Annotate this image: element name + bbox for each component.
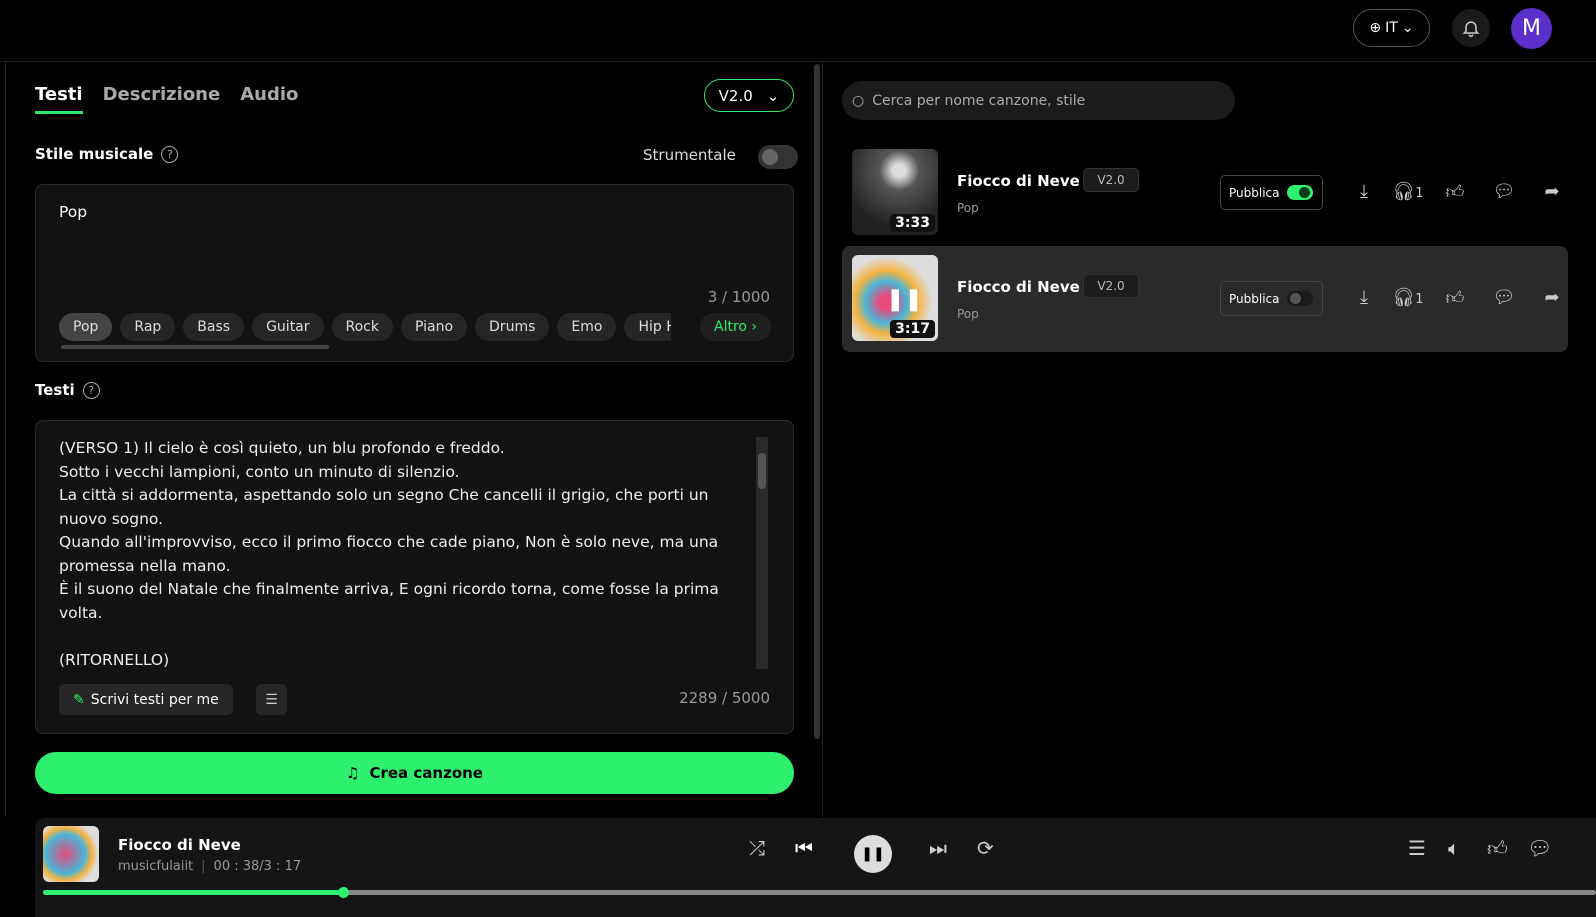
instrumental-label: Strumentale (643, 146, 736, 164)
player-time: 00 : 38/3 : 17 (213, 859, 302, 874)
version-badge: V2.0 (1083, 274, 1139, 298)
chip-drums[interactable]: Drums (475, 313, 550, 341)
help-icon[interactable]: ? (82, 381, 100, 399)
magic-pen-icon: ✎ (73, 691, 85, 708)
thumbs-up-icon[interactable]: 👍︎ (1487, 836, 1508, 861)
tab-descrizione[interactable]: Descrizione (103, 84, 221, 114)
version-select[interactable]: V2.0 ⌄ (704, 79, 794, 112)
song-row[interactable]: 3:33 Fiocco di Neve V2.0 Pop Pubblica ⤓ … (842, 140, 1568, 246)
previous-icon[interactable]: ⏮︎ (795, 836, 813, 860)
thumbs-up-icon[interactable]: 👍︎ (1430, 181, 1480, 203)
chevron-down-icon: ⌄ (1401, 20, 1414, 36)
volume-icon[interactable]: 🔈︎ (1448, 836, 1460, 860)
repeat-icon[interactable]: ⟳ (977, 836, 994, 860)
editor-panel: Testi Descrizione Audio V2.0 ⌄ Stile musi… (5, 62, 823, 817)
comment-icon[interactable]: 💬︎ (1480, 287, 1528, 309)
style-count: 3 / 1000 (707, 288, 770, 306)
chevron-down-icon: ⌄ (766, 86, 780, 105)
share-icon[interactable]: ➦ (1528, 287, 1576, 309)
song-cover[interactable]: 3:33 (852, 149, 938, 235)
style-chips: Pop Rap Bass Guitar Rock Piano Drums Emo… (59, 313, 671, 341)
download-icon[interactable]: ⤓ (1342, 287, 1386, 309)
globe-icon: ⊕ (1369, 20, 1382, 36)
list-music-icon: ☰ (265, 691, 278, 708)
song-search[interactable]: ○ Cerca per nome canzone, stile (842, 81, 1235, 120)
public-toggle[interactable]: Pubblica (1220, 175, 1323, 210)
lyrics-textarea[interactable]: (VERSO 1) Il cielo è così quieto, un blu… (59, 437, 739, 672)
audio-player: Fiocco di Neve musicfulaiit | 00 : 38/3 : … (35, 818, 1596, 917)
pause-icon: ❚❚ (861, 846, 885, 862)
editor-tabs: Testi Descrizione Audio (35, 84, 298, 114)
public-toggle[interactable]: Pubblica (1220, 281, 1323, 316)
comment-icon[interactable]: 💬︎ (1480, 181, 1528, 203)
song-row[interactable]: ❚❚ 3:17 Fiocco di Neve V2.0 Pop Pubblica … (842, 246, 1568, 352)
style-label: Stile musicale? (35, 145, 179, 163)
chip-hiphop[interactable]: Hip Hop (624, 313, 671, 341)
avatar[interactable]: M (1511, 8, 1552, 49)
lyrics-count: 2289 / 5000 (679, 689, 770, 707)
chip-pop[interactable]: Pop (59, 313, 113, 341)
pause-button[interactable]: ❚❚ (854, 835, 892, 873)
more-styles-button[interactable]: Altro › (700, 313, 772, 341)
search-icon: ○ (852, 92, 865, 109)
help-icon[interactable]: ? (161, 145, 179, 163)
instrumental-toggle[interactable] (758, 145, 798, 169)
shuffle-icon[interactable]: ⤮ (749, 836, 765, 860)
download-icon[interactable]: ⤓ (1342, 181, 1386, 203)
chip-bass[interactable]: Bass (183, 313, 245, 341)
chip-guitar[interactable]: Guitar (252, 313, 324, 341)
song-style: Pop (957, 201, 979, 215)
progress-bar[interactable] (43, 887, 1596, 898)
comment-icon[interactable]: 💬︎ (1527, 836, 1552, 860)
language-selector[interactable]: ⊕ IT ⌄ (1353, 9, 1430, 47)
player-artist[interactable]: musicfulaiit (118, 859, 193, 874)
headphones-icon: 🎧︎1 (1392, 287, 1424, 308)
chip-rap[interactable]: Rap (120, 313, 176, 341)
progress-handle[interactable] (337, 887, 349, 898)
panel-scrollbar[interactable] (814, 64, 820, 739)
version-badge: V2.0 (1083, 168, 1139, 192)
chips-scrollbar[interactable] (61, 345, 329, 349)
style-box: Pop 3 / 1000 Pop Rap Bass Guitar Rock Pi… (35, 184, 794, 362)
write-for-me-button[interactable]: ✎ Scrivi testi per me (59, 684, 233, 715)
next-icon[interactable]: ⏭︎ (929, 836, 947, 860)
lyrics-scrollbar[interactable] (756, 437, 768, 669)
toggle-switch-on[interactable] (1287, 185, 1314, 200)
song-style: Pop (957, 307, 979, 321)
song-actions: ⤓ 🎧︎1 👍︎ 💬︎ ➦ (1342, 181, 1576, 203)
thumbs-up-icon[interactable]: 👍︎ (1430, 287, 1480, 309)
song-title[interactable]: Fiocco di Neve (957, 172, 1080, 190)
toggle-switch-off[interactable] (1287, 291, 1314, 306)
song-cover[interactable]: ❚❚ 3:17 (852, 255, 938, 341)
bell-icon (1462, 21, 1480, 38)
headphones-icon: 🎧︎1 (1392, 181, 1424, 202)
style-input[interactable]: Pop (59, 203, 87, 221)
share-icon[interactable]: ➦ (1528, 181, 1576, 203)
notifications-button[interactable] (1452, 9, 1490, 47)
chip-rock[interactable]: Rock (331, 313, 393, 341)
song-title[interactable]: Fiocco di Neve (957, 278, 1080, 296)
playlist-icon[interactable]: ☰ (1408, 836, 1426, 860)
music-note-icon: ♫ (346, 764, 360, 782)
player-title: Fiocco di Neve (118, 836, 241, 854)
create-song-button[interactable]: ♫ Crea canzone (35, 752, 794, 794)
song-actions: ⤓ 🎧︎1 👍︎ 💬︎ ➦ (1342, 287, 1576, 309)
tab-audio[interactable]: Audio (240, 84, 298, 114)
lyrics-structure-button[interactable]: ☰ (256, 684, 287, 715)
tab-testi[interactable]: Testi (35, 84, 83, 114)
top-bar: ⊕ IT ⌄ M (0, 0, 1596, 62)
lyrics-label: Testi? (35, 381, 100, 399)
chip-piano[interactable]: Piano (400, 313, 468, 341)
chip-emo[interactable]: Emo (557, 313, 617, 341)
lyrics-box: (VERSO 1) Il cielo è così quieto, un blu… (35, 420, 794, 734)
player-cover (43, 826, 99, 882)
pause-icon[interactable]: ❚❚ (886, 287, 923, 312)
